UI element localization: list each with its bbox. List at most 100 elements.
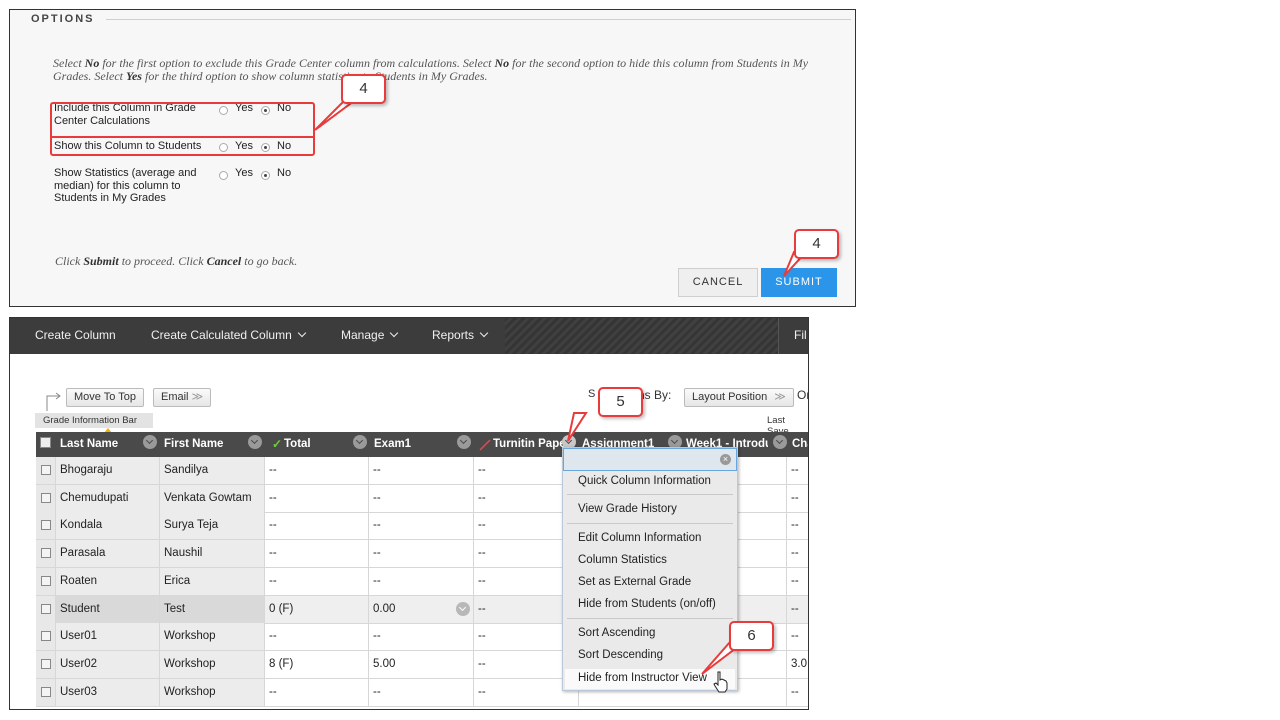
cell-exam1[interactable]: -- — [369, 567, 474, 595]
col-header-exam1[interactable]: Exam1 — [374, 432, 411, 457]
cancel-button[interactable]: CANCEL — [678, 268, 758, 297]
cell-cha[interactable]: -- — [787, 540, 808, 567]
cell-cha[interactable]: -- — [787, 679, 808, 706]
column-menu-chevron-icon[interactable] — [353, 435, 367, 449]
cell-last-name[interactable]: User02 — [56, 650, 160, 678]
options-title: OPTIONS — [31, 13, 95, 25]
cell-cha[interactable]: -- — [787, 623, 808, 650]
show-stats-yes-radio[interactable] — [219, 171, 228, 180]
cell-last-name[interactable]: User01 — [56, 623, 160, 651]
cell-exam1[interactable]: -- — [369, 457, 474, 484]
callout-step-6: 6 — [729, 621, 774, 651]
row-checkbox[interactable] — [41, 658, 51, 669]
cell-first-name[interactable]: Test — [160, 595, 265, 623]
reports-menu[interactable]: Reports — [432, 318, 489, 354]
select-all-checkbox[interactable] — [40, 437, 51, 448]
col-header-cha[interactable]: Cha — [792, 432, 808, 457]
column-menu-chevron-icon[interactable] — [773, 435, 787, 449]
row-checkbox[interactable] — [41, 603, 51, 614]
cell-total[interactable]: -- — [265, 484, 369, 512]
row-checkbox[interactable] — [41, 575, 51, 586]
row-checkbox[interactable] — [41, 492, 51, 503]
cell-total[interactable]: -- — [265, 567, 369, 595]
col-header-turnitin[interactable]: Turnitin Paper — [493, 432, 567, 457]
context-menu-header: × — [563, 448, 737, 471]
cell-last-name[interactable]: Kondala — [56, 512, 160, 540]
menu-hide-from-instructor-view[interactable]: Hide from Instructor View — [578, 672, 707, 684]
menu-set-external-grade[interactable]: Set as External Grade — [578, 576, 691, 588]
show-stats-no-radio[interactable] — [261, 171, 270, 180]
move-arrow-icon — [46, 392, 61, 411]
cell-total[interactable]: -- — [265, 457, 369, 484]
cell-total[interactable]: 0 (F) — [265, 595, 369, 623]
options-panel: OPTIONS Select No for the first option t… — [9, 9, 856, 307]
cell-last-name[interactable]: Roaten — [56, 567, 160, 595]
email-button[interactable]: Email ≫ — [153, 388, 212, 407]
filter-button[interactable]: Fil — [794, 318, 807, 354]
row-checkbox[interactable] — [41, 631, 51, 642]
cell-first-name[interactable]: Sandilya — [160, 457, 265, 484]
cell-total[interactable]: -- — [265, 623, 369, 651]
row-checkbox[interactable] — [41, 520, 51, 531]
cell-last-name[interactable]: Chemudupati — [56, 484, 160, 512]
column-menu-chevron-icon[interactable] — [143, 435, 157, 449]
cell-cha[interactable]: -- — [787, 596, 808, 623]
create-column-button[interactable]: Create Column — [35, 318, 116, 354]
menu-sort-descending[interactable]: Sort Descending — [578, 649, 663, 661]
sort-columns-select[interactable]: Layout Position ≫ — [684, 388, 794, 407]
cell-cha[interactable]: -- — [787, 568, 808, 595]
toolbar-separator — [778, 318, 779, 354]
cell-exam1[interactable]: -- — [369, 623, 474, 651]
cell-menu-chevron-icon[interactable] — [456, 601, 470, 616]
col-header-first-name[interactable]: First Name — [164, 432, 223, 457]
cell-exam1[interactable]: -- — [369, 678, 474, 706]
grade-information-bar: Grade Information Bar — [35, 413, 153, 428]
cell-total[interactable]: -- — [265, 540, 369, 568]
cell-cha[interactable]: -- — [787, 457, 808, 484]
cell-total[interactable]: -- — [265, 512, 369, 540]
cell-first-name[interactable]: Naushil — [160, 540, 265, 568]
cell-first-name[interactable]: Erica — [160, 567, 265, 595]
move-to-top-button[interactable]: Move To Top — [66, 388, 144, 407]
menu-column-statistics[interactable]: Column Statistics — [578, 554, 667, 566]
cell-cha[interactable]: -- — [787, 512, 808, 539]
cell-exam1[interactable]: -- — [369, 540, 474, 568]
row-checkbox[interactable] — [41, 686, 51, 697]
cell-first-name[interactable]: Workshop — [160, 650, 265, 678]
cell-exam1[interactable]: -- — [369, 484, 474, 512]
cell-first-name[interactable]: Workshop — [160, 678, 265, 706]
chevron-down-icon — [479, 328, 489, 338]
row-checkbox[interactable] — [41, 465, 51, 475]
show-statistics-label: Show Statistics (average and median) for… — [54, 167, 197, 204]
cell-total[interactable]: 8 (F) — [265, 650, 369, 678]
menu-quick-column-information[interactable]: Quick Column Information — [578, 475, 711, 487]
menu-divider — [567, 618, 733, 619]
menu-view-grade-history[interactable]: View Grade History — [578, 503, 677, 515]
menu-sort-ascending[interactable]: Sort Ascending — [578, 627, 655, 639]
cell-total[interactable]: -- — [265, 678, 369, 706]
grade-center-panel: Create Column Create Calculated Column M… — [9, 317, 809, 710]
column-menu-chevron-icon[interactable] — [457, 435, 471, 449]
cell-first-name[interactable]: Venkata Gowtam — [160, 484, 265, 512]
cell-last-name[interactable]: User03 — [56, 678, 160, 706]
cell-cha[interactable]: -- — [787, 485, 808, 512]
menu-edit-column-information[interactable]: Edit Column Information — [578, 532, 701, 544]
row-checkbox[interactable] — [41, 548, 51, 559]
menu-hide-from-students[interactable]: Hide from Students (on/off) — [578, 598, 716, 610]
chevron-down-icon — [297, 328, 306, 338]
cell-exam1[interactable]: -- — [369, 512, 474, 540]
cell-exam1[interactable]: 5.00 — [369, 650, 474, 678]
manage-menu[interactable]: Manage — [341, 318, 399, 354]
cell-last-name[interactable]: Bhogaraju — [56, 457, 160, 484]
create-calculated-column-menu[interactable]: Create Calculated Column — [151, 318, 306, 354]
cell-cha[interactable]: 3.0 — [787, 651, 808, 678]
cell-first-name[interactable]: Surya Teja — [160, 512, 265, 540]
column-menu-chevron-icon[interactable] — [248, 435, 262, 449]
cell-last-name[interactable]: Student — [56, 595, 160, 623]
col-header-last-name[interactable]: Last Name — [60, 432, 118, 457]
close-icon[interactable]: × — [720, 454, 731, 465]
highlight-box — [50, 102, 315, 156]
cell-first-name[interactable]: Workshop — [160, 623, 265, 651]
cell-last-name[interactable]: Parasala — [56, 540, 160, 568]
col-header-total[interactable]: Total — [284, 432, 311, 457]
